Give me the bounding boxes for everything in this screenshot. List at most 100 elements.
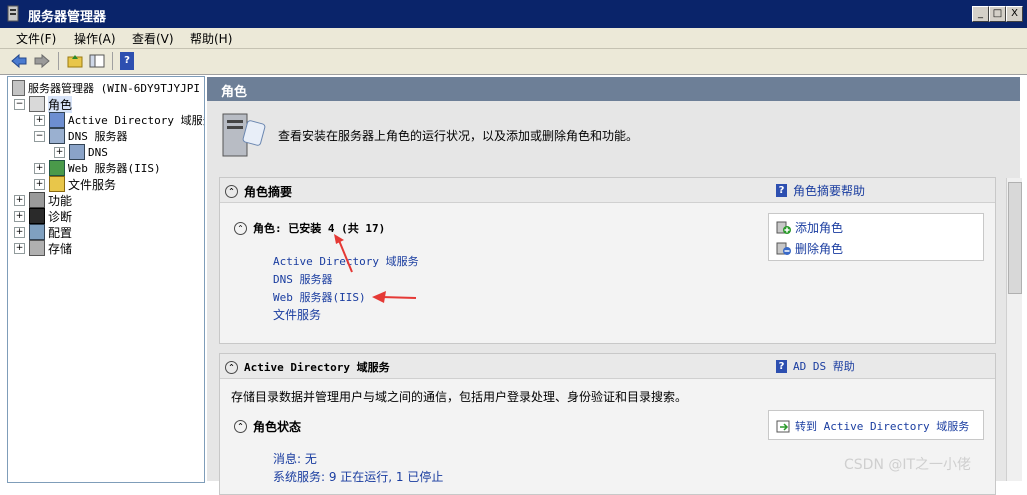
tree-label: 功能 bbox=[48, 193, 73, 208]
tree-item-storage[interactable]: + 存储 bbox=[14, 240, 72, 256]
section-title: 角色状态 bbox=[253, 420, 302, 434]
role-summary-help-link[interactable]: ? 角色摘要帮助 bbox=[776, 182, 865, 199]
tree-item-file-services[interactable]: + 文件服务 bbox=[34, 176, 116, 192]
add-role-icon bbox=[776, 221, 791, 234]
server-roles-icon bbox=[222, 113, 266, 157]
folder-icon bbox=[49, 176, 65, 192]
role-status-toggle[interactable]: ⌃ 角色状态 bbox=[234, 418, 301, 435]
intro-text: 查看安装在服务器上角色的运行状况，以及添加或删除角色和功能。 bbox=[278, 129, 639, 143]
watermark: CSDN @IT之一小佬 bbox=[844, 457, 972, 473]
menu-help[interactable]: 帮助(H) bbox=[190, 30, 232, 47]
remove-role-link[interactable]: 删除角色 bbox=[776, 240, 843, 257]
expand-icon[interactable]: + bbox=[34, 114, 45, 126]
tree-item-features[interactable]: + 功能 bbox=[14, 192, 72, 208]
roles-installed-label: 角色: 已安装 4 (共 17) bbox=[253, 222, 386, 235]
tree-item-roles[interactable]: − 角色 bbox=[14, 95, 73, 113]
tree-item-diagnostics[interactable]: + 诊断 bbox=[14, 208, 72, 224]
tree-label: DNS 服务器 bbox=[68, 130, 128, 143]
tree-label: Web 服务器(IIS) bbox=[68, 162, 161, 175]
vertical-scrollbar[interactable] bbox=[1006, 178, 1022, 481]
server-manager-icon bbox=[7, 5, 19, 22]
collapse-icon[interactable]: − bbox=[14, 98, 25, 110]
back-icon[interactable] bbox=[10, 52, 28, 70]
dns-icon bbox=[69, 144, 85, 160]
forward-icon[interactable] bbox=[33, 52, 51, 70]
tree-label: 配置 bbox=[48, 225, 73, 240]
server-icon bbox=[12, 80, 25, 96]
expand-icon[interactable]: + bbox=[14, 210, 25, 222]
title-bar: 服务器管理器 _ □ X bbox=[0, 0, 1027, 28]
expand-icon[interactable]: + bbox=[14, 242, 25, 254]
expand-icon[interactable]: + bbox=[34, 162, 45, 174]
dns-server-icon bbox=[49, 128, 65, 144]
scrollbar-thumb[interactable] bbox=[1008, 182, 1022, 294]
expand-icon[interactable]: + bbox=[14, 226, 25, 238]
ad-section-toggle[interactable]: ⌃ Active Directory 域服务 bbox=[225, 359, 390, 375]
tree-label: DNS bbox=[88, 145, 108, 159]
configuration-icon bbox=[29, 224, 45, 240]
close-button[interactable]: X bbox=[1006, 6, 1023, 22]
tree-item-dns[interactable]: + DNS bbox=[54, 144, 108, 160]
remove-role-icon bbox=[776, 242, 791, 255]
content-header: 角色 bbox=[207, 77, 1020, 101]
role-link-web[interactable]: Web 服务器(IIS) bbox=[273, 289, 366, 305]
help-icon: ? bbox=[776, 184, 787, 197]
active-directory-icon bbox=[49, 112, 65, 128]
toolbar-separator bbox=[112, 52, 113, 70]
collapse-circle-icon: ⌃ bbox=[225, 360, 238, 374]
menu-file[interactable]: 文件(F) bbox=[16, 30, 56, 47]
page-title: 角色 bbox=[221, 85, 248, 100]
roles-icon bbox=[29, 96, 45, 112]
ad-description: 存储目录数据并管理用户与域之间的通信，包括用户登录处理、身份验证和目录搜索。 bbox=[231, 390, 688, 404]
link-text: 角色摘要帮助 bbox=[793, 184, 866, 198]
link-text: AD DS 帮助 bbox=[793, 360, 855, 373]
section-header bbox=[220, 178, 995, 203]
menu-action[interactable]: 操作(A) bbox=[74, 30, 116, 47]
roles-installed-toggle[interactable]: ⌃ 角色: 已安装 4 (共 17) bbox=[234, 220, 385, 236]
tree-item-ad[interactable]: + Active Directory 域服务 bbox=[34, 112, 205, 128]
window-title: 服务器管理器 bbox=[28, 10, 107, 25]
messages-status[interactable]: 消息: 无 bbox=[273, 450, 317, 467]
tree-item-dns-server[interactable]: − DNS 服务器 bbox=[34, 128, 128, 144]
show-hide-tree-icon[interactable] bbox=[88, 52, 106, 70]
features-icon bbox=[29, 192, 45, 208]
goto-icon bbox=[776, 420, 790, 432]
tree-item-server-manager[interactable]: 服务器管理器 (WIN-6DY9TJYJPI bbox=[12, 80, 200, 96]
collapse-circle-icon: ⌃ bbox=[234, 420, 247, 433]
expand-icon[interactable]: + bbox=[54, 146, 65, 158]
section-title: 角色摘要 bbox=[244, 185, 293, 199]
toolbar-separator bbox=[58, 52, 59, 70]
role-link-ad[interactable]: Active Directory 域服务 bbox=[273, 253, 419, 269]
system-services-status[interactable]: 系统服务: 9 正在运行, 1 已停止 bbox=[273, 468, 443, 485]
tree-label: 存储 bbox=[48, 241, 73, 256]
storage-icon bbox=[29, 240, 45, 256]
menu-view[interactable]: 查看(V) bbox=[132, 30, 174, 47]
tree-label: 文件服务 bbox=[68, 177, 117, 192]
role-link-dns[interactable]: DNS 服务器 bbox=[273, 271, 333, 287]
minimize-button[interactable]: _ bbox=[972, 6, 989, 22]
add-role-link[interactable]: 添加角色 bbox=[776, 219, 843, 236]
role-summary-toggle[interactable]: ⌃ 角色摘要 bbox=[225, 183, 292, 200]
goto-ad-link[interactable]: 转到 Active Directory 域服务 bbox=[776, 418, 969, 434]
collapse-icon[interactable]: − bbox=[34, 130, 45, 142]
expand-icon[interactable]: + bbox=[14, 194, 25, 206]
help-icon: ? bbox=[776, 359, 787, 373]
help-icon[interactable]: ? bbox=[120, 52, 134, 70]
tree-label: 角色 bbox=[48, 95, 73, 113]
tree-item-configuration[interactable]: + 配置 bbox=[14, 224, 72, 240]
diagnostics-icon bbox=[29, 208, 45, 224]
role-link-file[interactable]: 文件服务 bbox=[273, 306, 321, 323]
tree-item-web[interactable]: + Web 服务器(IIS) bbox=[34, 160, 161, 176]
restore-button[interactable]: □ bbox=[989, 6, 1006, 22]
expand-icon[interactable]: + bbox=[34, 178, 45, 190]
ad-ds-help-link[interactable]: ? AD DS 帮助 bbox=[776, 358, 855, 374]
toolbar bbox=[0, 49, 1027, 75]
tree-label: Active Directory 域服务 bbox=[68, 114, 205, 127]
console-tree: 服务器管理器 (WIN-6DY9TJYJPI − 角色 + Active Dir… bbox=[7, 76, 205, 483]
collapse-circle-icon: ⌃ bbox=[234, 221, 247, 235]
up-folder-icon[interactable] bbox=[66, 52, 84, 70]
collapse-circle-icon: ⌃ bbox=[225, 185, 238, 198]
link-text: 添加角色 bbox=[795, 221, 844, 235]
link-text: 删除角色 bbox=[795, 242, 844, 256]
link-text: 转到 Active Directory 域服务 bbox=[795, 420, 970, 433]
